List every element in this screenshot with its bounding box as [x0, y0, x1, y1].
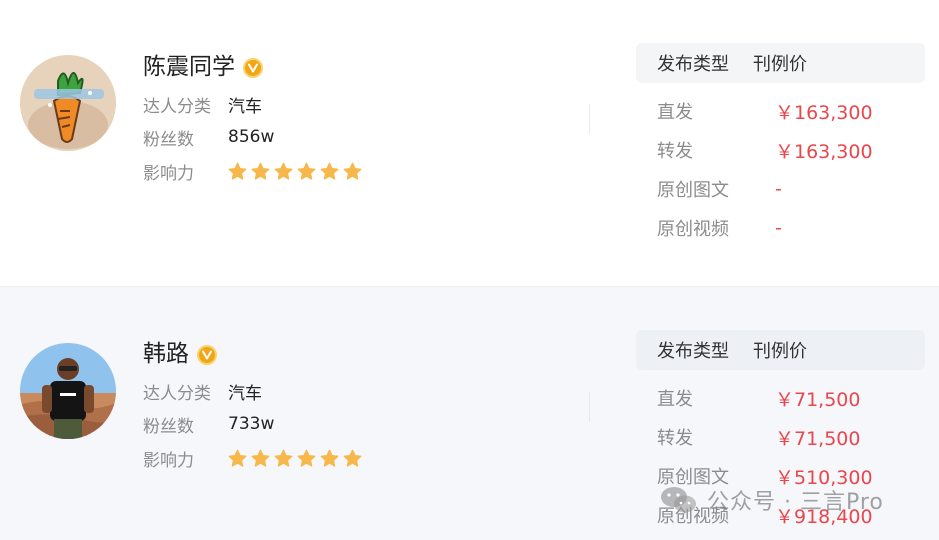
- category-row: 达人分类 汽车: [143, 92, 262, 117]
- fans-value: 856w: [228, 127, 275, 147]
- price-value: -: [775, 178, 782, 200]
- divider: [589, 392, 590, 422]
- verified-badge-icon: [197, 344, 217, 365]
- influence-row: 影响力: [143, 446, 362, 471]
- star-icon: [274, 162, 293, 180]
- influence-label: 影响力: [143, 163, 194, 184]
- fans-row: 粉丝数 733w: [143, 412, 275, 437]
- price-row: 转发 ￥163,300: [657, 137, 873, 163]
- star-icon: [297, 449, 316, 467]
- list-price-header: 刊例价: [753, 54, 807, 75]
- star-icon: [343, 449, 362, 467]
- divider: [589, 104, 590, 134]
- name-row: 韩路: [143, 343, 217, 366]
- star-icon: [228, 449, 247, 467]
- avatar[interactable]: [20, 343, 116, 439]
- star-icon: [251, 449, 270, 467]
- influence-stars: [228, 162, 362, 181]
- influence-row: 影响力: [143, 159, 362, 184]
- influence-label: 影响力: [143, 450, 194, 471]
- star-icon: [343, 162, 362, 180]
- price-row: 原创图文 -: [657, 176, 782, 202]
- publish-type-header: 发布类型: [657, 54, 729, 75]
- price-row: 转发 ￥71,500: [657, 424, 860, 450]
- name-row: 陈震同学: [143, 56, 263, 79]
- category-label: 达人分类: [143, 96, 211, 117]
- list-price-header: 刊例价: [753, 341, 807, 362]
- star-icon: [228, 162, 247, 180]
- category-value: 汽车: [228, 96, 262, 117]
- fans-label: 粉丝数: [143, 416, 194, 437]
- price-value: ￥163,300: [775, 101, 873, 124]
- influencer-name[interactable]: 陈震同学: [143, 56, 235, 79]
- avatar[interactable]: [20, 55, 116, 151]
- price-row: 原创视频 -: [657, 215, 782, 241]
- price-row: 直发 ￥71,500: [657, 385, 860, 411]
- influencer-name[interactable]: 韩路: [143, 343, 189, 366]
- price-type: 原创视频: [657, 219, 729, 240]
- fans-row: 粉丝数 856w: [143, 125, 275, 150]
- price-value: -: [775, 217, 782, 239]
- category-label: 达人分类: [143, 383, 211, 404]
- price-table-header: 发布类型 刊例价: [636, 43, 925, 83]
- category-value: 汽车: [228, 383, 262, 404]
- price-type: 转发: [657, 428, 693, 449]
- influence-stars: [228, 449, 362, 468]
- price-value: ￥71,500: [775, 427, 861, 450]
- price-type: 原创图文: [657, 180, 729, 201]
- category-row: 达人分类 汽车: [143, 379, 262, 404]
- publish-type-header: 发布类型: [657, 341, 729, 362]
- watermark-text: 公众号 · 三言Pro: [707, 490, 884, 515]
- star-icon: [320, 449, 339, 467]
- price-type: 直发: [657, 389, 693, 410]
- star-icon: [251, 162, 270, 180]
- price-row: 直发 ￥163,300: [657, 98, 873, 124]
- star-icon: [320, 162, 339, 180]
- influencer-card-1[interactable]: 陈震同学 达人分类 汽车 粉丝数 856w 影响力 发布类型 刊例价 直发 ￥1…: [0, 0, 939, 286]
- wechat-icon: [661, 487, 696, 513]
- star-icon: [297, 162, 316, 180]
- watermark: 公众号 · 三言Pro: [659, 484, 884, 516]
- verified-badge-icon: [243, 57, 263, 78]
- price-type: 转发: [657, 141, 693, 162]
- price-value: ￥163,300: [775, 140, 873, 163]
- fans-label: 粉丝数: [143, 129, 194, 150]
- price-table-header: 发布类型 刊例价: [636, 330, 925, 370]
- fans-value: 733w: [228, 414, 275, 434]
- price-value: ￥71,500: [775, 388, 861, 411]
- price-type: 直发: [657, 102, 693, 123]
- star-icon: [274, 449, 293, 467]
